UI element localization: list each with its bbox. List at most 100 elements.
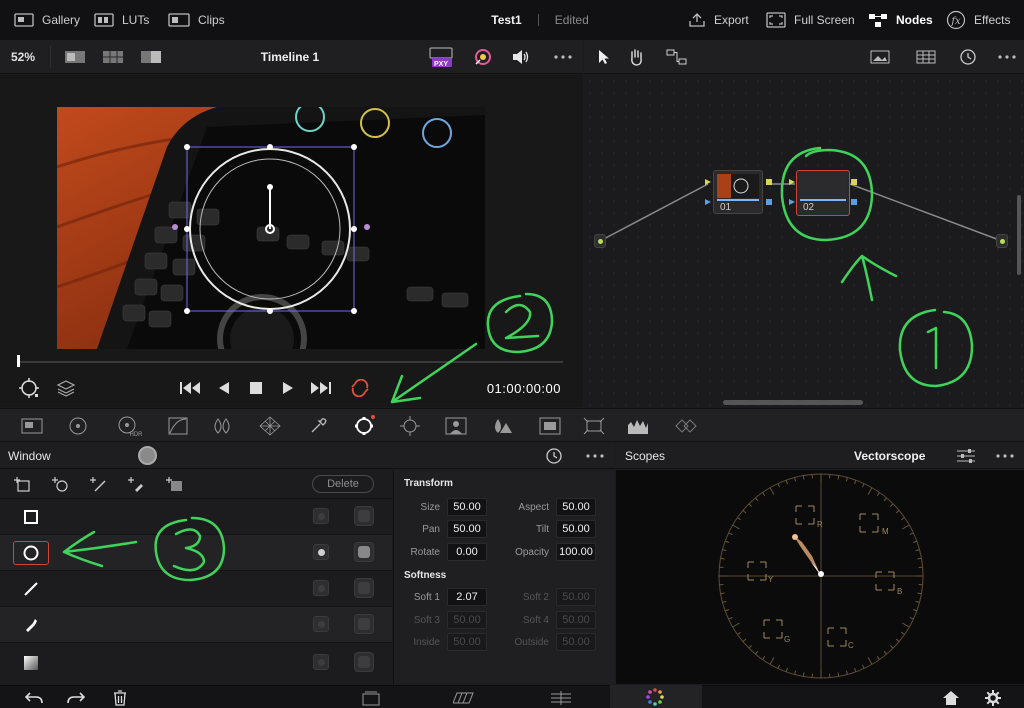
node-02[interactable]: 02 [796, 170, 850, 216]
polygon-window-toggle[interactable] [13, 613, 49, 637]
key-input-pin[interactable] [705, 199, 711, 205]
color-page-button[interactable] [610, 685, 702, 708]
node-more-button[interactable] [992, 40, 1022, 74]
gradient-window-toggle[interactable] [13, 651, 49, 675]
node-editor[interactable]: 01 02 [584, 75, 1024, 408]
window-row-linear[interactable] [0, 570, 392, 606]
delete-window-button[interactable]: Delete [312, 475, 374, 493]
hand-tool[interactable] [622, 40, 650, 74]
scopes-palette[interactable] [624, 409, 652, 443]
size-field[interactable]: 50.00 [447, 498, 487, 516]
window-row-polygon[interactable] [0, 606, 392, 642]
go-to-start-button[interactable] [176, 370, 204, 406]
invert-toggle[interactable] [313, 544, 329, 560]
drag-handle[interactable] [138, 446, 157, 465]
invert-toggle[interactable] [313, 616, 329, 632]
layers-button[interactable] [52, 370, 80, 406]
outside-field[interactable]: 50.00 [556, 633, 596, 651]
scrub-bar[interactable] [20, 361, 563, 363]
media-page-button[interactable] [358, 686, 384, 708]
scope-more-button[interactable] [990, 443, 1020, 469]
key-input-pin[interactable] [789, 199, 795, 205]
viewer-more-button[interactable] [548, 40, 578, 74]
info-palette[interactable] [672, 409, 700, 443]
soft1-field[interactable]: 2.07 [447, 588, 487, 606]
opacity-field[interactable]: 100.00 [556, 543, 596, 561]
timeline-selector[interactable]: Timeline 1 [230, 40, 350, 74]
rgb-output-pin[interactable] [851, 179, 857, 185]
output-node[interactable] [996, 234, 1008, 248]
redo-button[interactable] [64, 686, 88, 708]
pan-field[interactable]: 50.00 [447, 520, 487, 538]
color-warper-palette[interactable] [256, 409, 284, 443]
node-editor-hscrollbar[interactable] [723, 400, 863, 405]
proxy-button[interactable]: PXY [426, 40, 456, 74]
play-reverse-button[interactable] [210, 370, 238, 406]
window-row-circle[interactable] [0, 534, 392, 570]
zoom-level[interactable]: 52% [0, 40, 46, 74]
mask-toggle[interactable] [354, 506, 374, 526]
compare-viewer-button[interactable] [138, 40, 164, 74]
node-grid-button[interactable] [912, 40, 940, 74]
invert-toggle[interactable] [313, 508, 329, 524]
key-palette[interactable] [536, 409, 564, 443]
sizing-palette[interactable] [580, 409, 608, 443]
cut-page-button[interactable] [450, 686, 480, 708]
nodes-button[interactable]: Nodes [868, 0, 933, 40]
rotate-field[interactable]: 0.00 [447, 543, 487, 561]
add-rectangle-window[interactable] [10, 470, 34, 498]
stop-button[interactable] [242, 370, 270, 406]
color-effects-button[interactable] [468, 40, 498, 74]
single-viewer-button[interactable] [62, 40, 88, 74]
video-frame[interactable] [57, 107, 485, 349]
node-reset-button[interactable] [954, 40, 982, 74]
magic-mask-palette[interactable] [442, 409, 470, 443]
invert-toggle[interactable] [313, 654, 329, 670]
node-editor-vscrollbar[interactable] [1017, 195, 1021, 275]
loop-button[interactable] [346, 370, 374, 406]
scope-mode-selector[interactable]: Vectorscope [854, 443, 925, 469]
mask-toggle[interactable] [354, 578, 374, 598]
settings-button[interactable] [980, 686, 1006, 708]
source-input-node[interactable] [594, 234, 606, 248]
window-palette[interactable] [348, 409, 380, 443]
tracker-palette[interactable] [396, 409, 424, 443]
soft2-field[interactable]: 50.00 [556, 588, 596, 606]
mask-toggle[interactable] [354, 652, 374, 672]
inside-field[interactable]: 50.00 [447, 633, 487, 651]
go-to-end-button[interactable] [306, 370, 336, 406]
key-output-pin[interactable] [851, 199, 857, 205]
soft4-field[interactable]: 50.00 [556, 611, 596, 629]
luts-button[interactable]: LUTs [94, 0, 149, 40]
window-more-button[interactable] [580, 443, 610, 469]
audio-button[interactable] [506, 40, 536, 74]
tilt-field[interactable]: 50.00 [556, 520, 596, 538]
window-row-gradient[interactable] [0, 642, 392, 684]
full-screen-button[interactable]: Full Screen [766, 0, 855, 40]
add-linear-window[interactable] [86, 470, 110, 498]
qualifier-palette[interactable] [208, 409, 236, 443]
hdr-palette[interactable]: HDR [112, 409, 146, 443]
blur-palette[interactable] [488, 409, 516, 443]
soft3-field[interactable]: 50.00 [447, 611, 487, 629]
viewer-overlay-button[interactable] [14, 370, 44, 406]
square-window-toggle[interactable] [13, 505, 49, 529]
clips-button[interactable]: Clips [168, 0, 225, 40]
rgb-input-pin[interactable] [705, 179, 711, 185]
window-row-square[interactable] [0, 498, 392, 534]
key-output-pin[interactable] [766, 199, 772, 205]
add-circle-window[interactable] [48, 470, 72, 498]
mask-toggle[interactable] [354, 614, 374, 634]
playhead[interactable] [17, 355, 20, 367]
effects-button[interactable]: fx Effects [946, 0, 1010, 40]
export-button[interactable]: Export [688, 0, 749, 40]
add-polygon-window[interactable] [124, 470, 148, 498]
node-01[interactable]: 01 [713, 170, 763, 214]
pointer-tool[interactable] [590, 40, 618, 74]
color-match-palette[interactable] [64, 409, 92, 443]
delete-button[interactable] [108, 686, 132, 708]
circle-window-toggle[interactable] [13, 541, 49, 565]
rgb-input-pin[interactable] [789, 179, 795, 185]
curves-palette[interactable] [164, 409, 192, 443]
mask-toggle[interactable] [354, 542, 374, 562]
